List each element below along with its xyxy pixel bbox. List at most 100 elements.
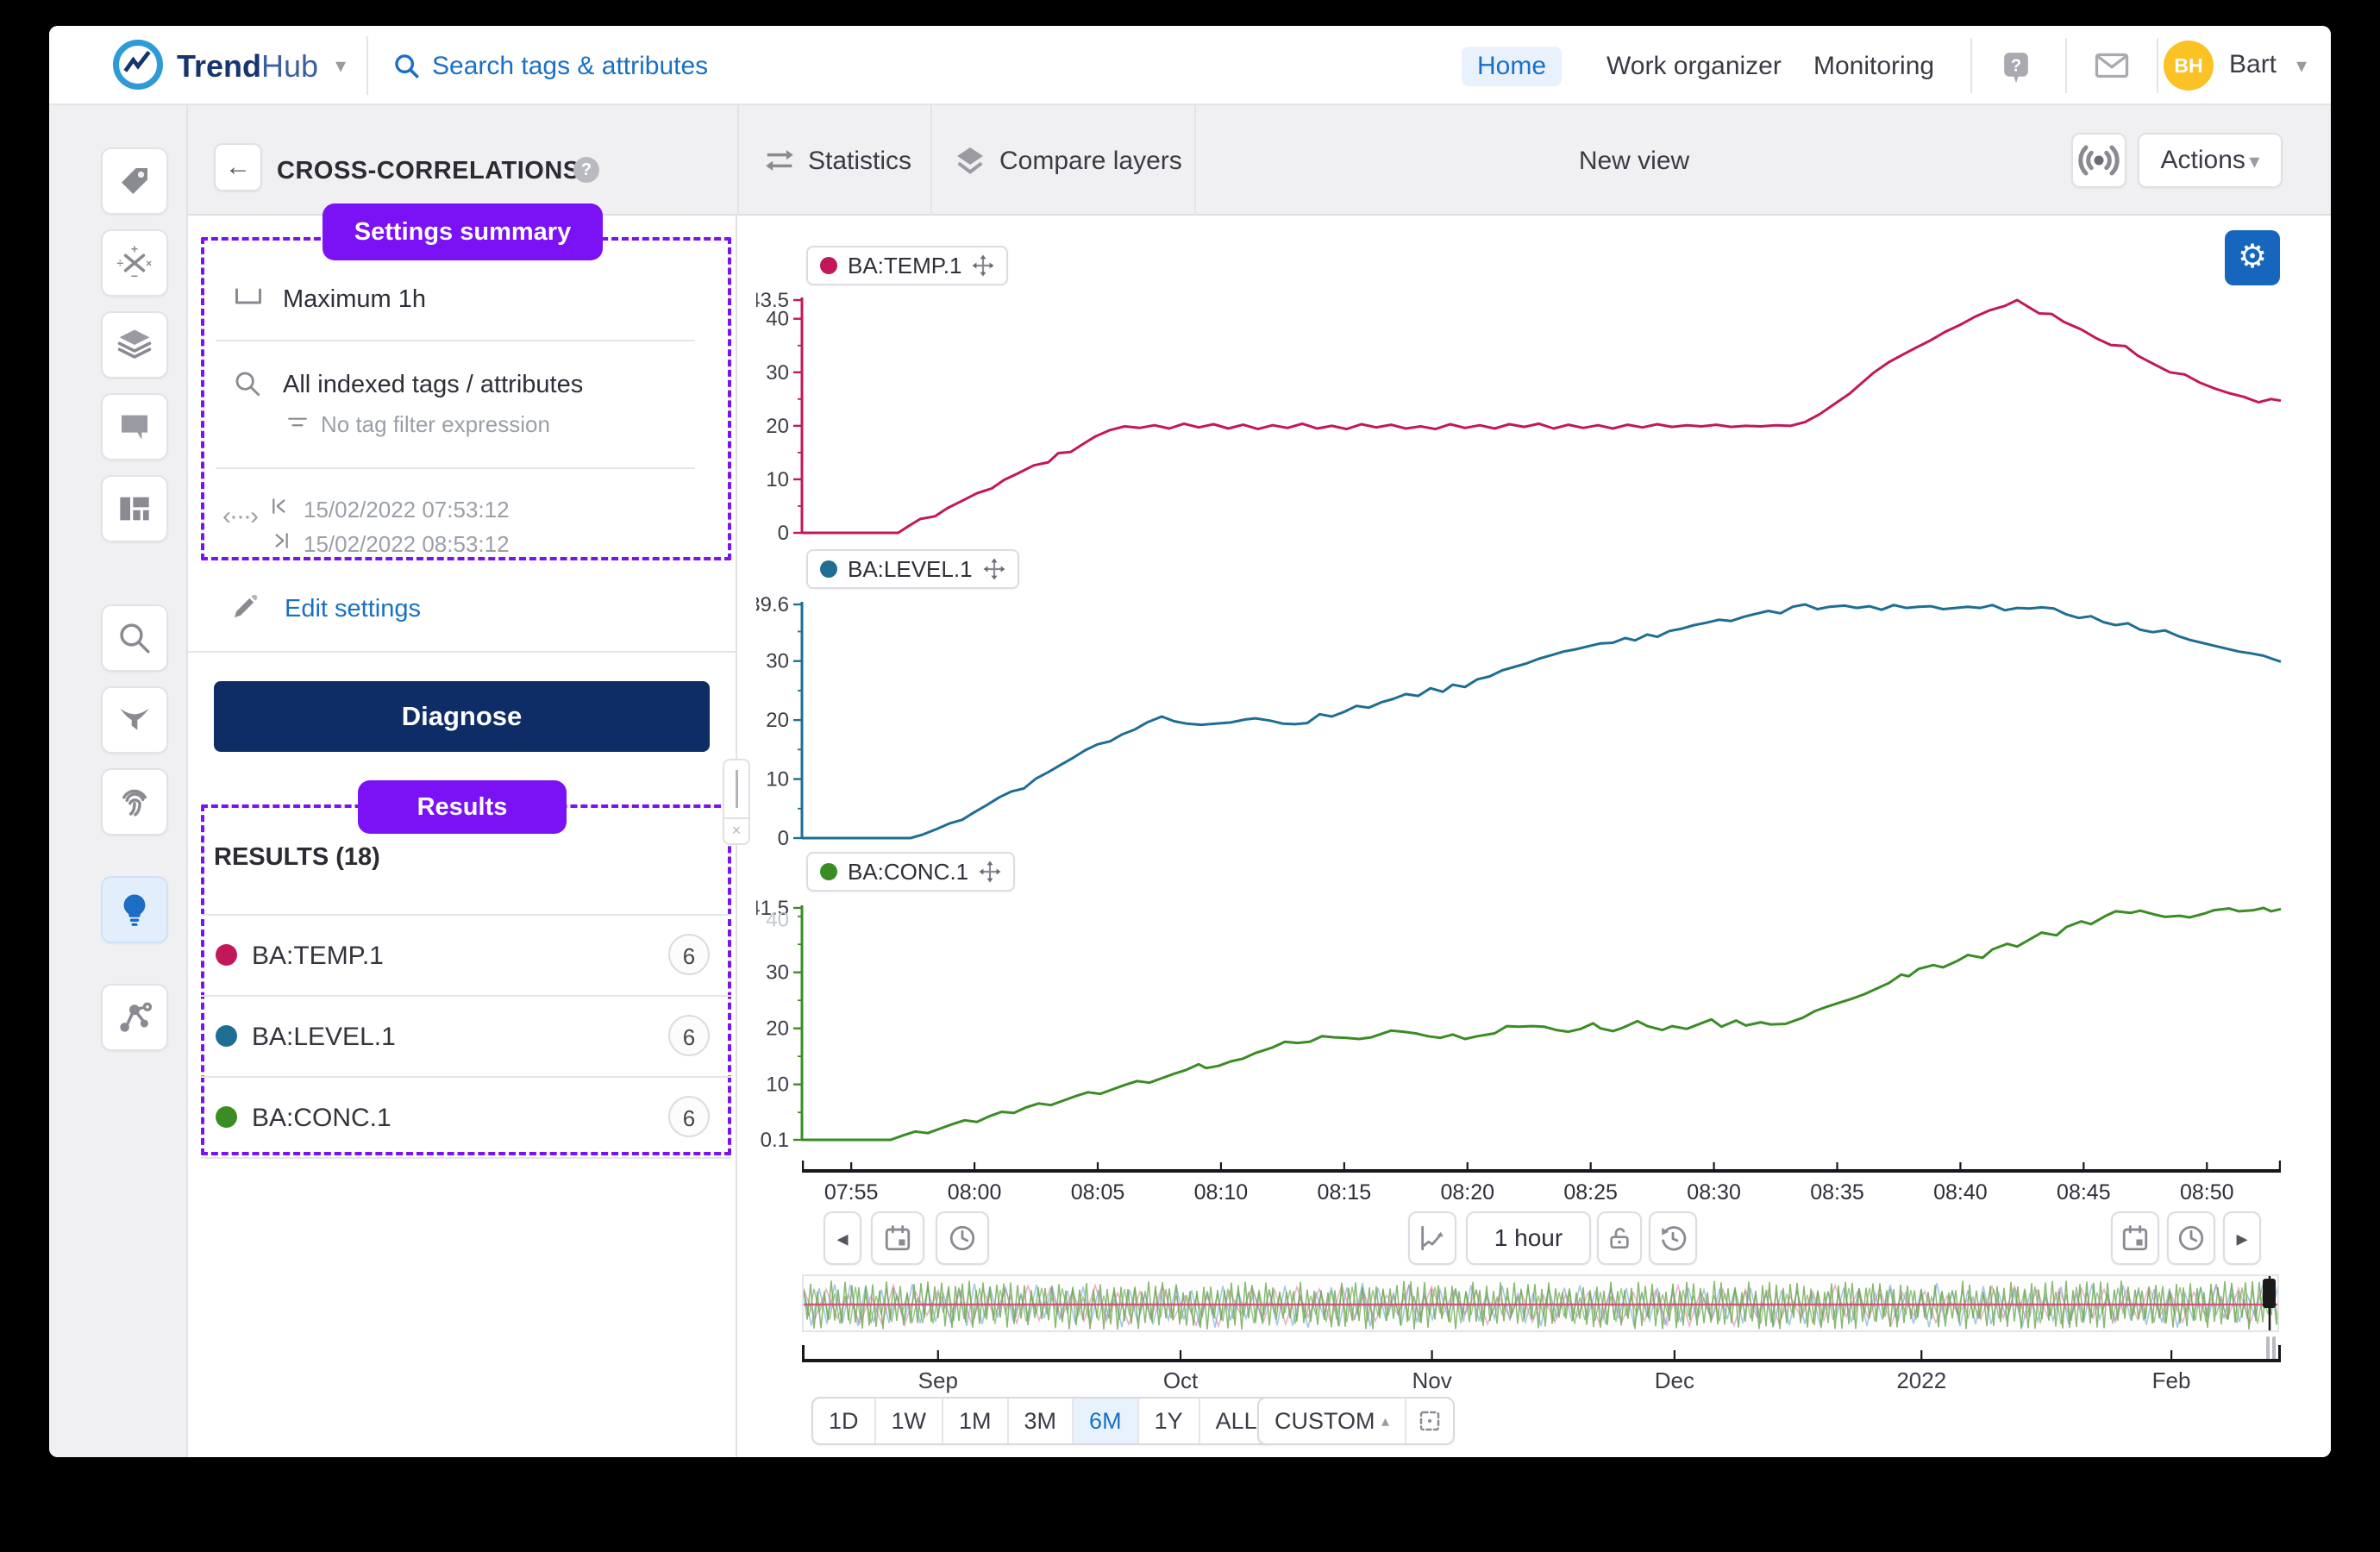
duration-button[interactable]: 1 hour <box>1466 1211 1591 1265</box>
range-selector: 1D1W1M3M6M1YALL <box>811 1397 1275 1445</box>
svg-text:20: 20 <box>766 415 789 438</box>
move-icon[interactable] <box>983 558 1005 580</box>
rail-tags-button[interactable] <box>101 147 168 215</box>
legend-chip-temp[interactable]: BA:TEMP.1 <box>806 246 1008 285</box>
result-color-dot <box>216 1025 237 1047</box>
time-end: 15/02/2022 08:53:12 <box>304 531 510 558</box>
calendar-start-button[interactable] <box>871 1211 924 1265</box>
user-name[interactable]: Bart <box>2229 50 2277 79</box>
range-button-1y[interactable]: 1Y <box>1139 1399 1200 1443</box>
svg-text:08:30: 08:30 <box>1687 1180 1741 1205</box>
fingerprint-icon <box>116 784 153 820</box>
help-icon[interactable]: ? <box>2000 50 2032 84</box>
svg-text:?: ? <box>2011 57 2021 76</box>
result-row[interactable]: BA:TEMP.16 <box>188 914 737 995</box>
result-label: BA:CONC.1 <box>252 1104 391 1133</box>
pencil-icon <box>231 593 259 621</box>
statistics-button[interactable]: Statistics <box>808 147 911 176</box>
svg-text:40: 40 <box>766 909 789 932</box>
nav-item-monitoring[interactable]: Monitoring <box>1798 47 1950 86</box>
move-icon[interactable] <box>972 254 994 277</box>
result-count-badge[interactable]: 6 <box>668 934 710 975</box>
legend-chip-level[interactable]: BA:LEVEL.1 <box>806 549 1019 589</box>
cross-correlations-panel: Settings summary Maximum 1h All indexed … <box>188 216 737 1457</box>
range-button-1d[interactable]: 1D <box>813 1399 876 1443</box>
range-button-6m[interactable]: 6M <box>1074 1399 1139 1443</box>
rail-layers-button[interactable] <box>101 311 168 379</box>
clock-start-button[interactable] <box>936 1211 989 1265</box>
statistics-icon <box>763 147 796 174</box>
rail-context-button[interactable] <box>101 984 168 1051</box>
pan-right-button[interactable]: ▸ <box>2223 1211 2261 1265</box>
pan-left-button[interactable]: ◂ <box>824 1211 861 1265</box>
trendhub-logo-icon <box>113 40 163 90</box>
svg-text:Dec: Dec <box>1655 1367 1694 1393</box>
comment-icon <box>117 410 152 444</box>
panel-help-icon[interactable]: ? <box>573 157 599 183</box>
panel-resize-handle[interactable] <box>723 759 750 819</box>
actions-button[interactable]: Actions ▾ <box>2138 133 2283 188</box>
user-menu-caret-icon[interactable]: ▾ <box>2296 53 2307 78</box>
clock-end-button[interactable] <box>2167 1211 2215 1265</box>
svg-text:×: × <box>146 257 152 269</box>
range-button-1m[interactable]: 1M <box>943 1399 1009 1443</box>
layers-icon <box>116 327 153 363</box>
svg-text:10: 10 <box>766 1073 789 1097</box>
mail-icon[interactable] <box>2095 53 2129 78</box>
series-color-dot <box>820 257 837 274</box>
svg-text:0: 0 <box>778 522 789 545</box>
rail-fingerprint-button[interactable] <box>101 768 168 835</box>
fit-view-button[interactable] <box>1406 1399 1453 1443</box>
result-row[interactable]: BA:CONC.1 6 <box>188 1076 737 1157</box>
tag-icon <box>117 164 152 198</box>
live-monitor-button[interactable] <box>2071 133 2126 188</box>
custom-range-group: CUSTOM ▴ <box>1257 1397 1455 1445</box>
rail-recommendations-button[interactable] <box>101 876 168 943</box>
svg-text:08:35: 08:35 <box>1810 1180 1864 1205</box>
tag-filter-setting: No tag filter expression <box>321 411 550 438</box>
svg-text:30: 30 <box>766 650 789 673</box>
rail-dashboard-button[interactable] <box>101 475 168 542</box>
rail-filter-button[interactable] <box>101 686 168 754</box>
history-button[interactable] <box>1649 1211 1697 1265</box>
result-row[interactable]: BA:LEVEL.16 <box>188 995 737 1076</box>
lock-button[interactable] <box>1597 1211 1642 1265</box>
svg-text:Sep: Sep <box>918 1367 958 1393</box>
nav-item-home[interactable]: Home <box>1462 47 1562 86</box>
back-button[interactable]: ← <box>214 143 262 191</box>
result-count-badge[interactable]: 6 <box>668 1015 710 1056</box>
rail-comments-button[interactable] <box>101 393 168 460</box>
view-title: New view <box>1579 147 1689 176</box>
compare-layers-button[interactable]: Compare layers <box>999 147 1182 176</box>
trend-mode-button[interactable] <box>1408 1211 1456 1265</box>
range-button-3m[interactable]: 3M <box>1009 1399 1074 1443</box>
avatar[interactable]: BH <box>2164 41 2214 91</box>
series-label: BA:TEMP.1 <box>848 253 961 279</box>
custom-range-button[interactable]: CUSTOM ▴ <box>1259 1399 1406 1443</box>
result-count-badge[interactable]: 6 <box>668 1096 710 1137</box>
search-input[interactable]: Search tags & attributes <box>432 52 708 81</box>
overview-strip[interactable] <box>802 1274 2279 1332</box>
legend-chip-conc[interactable]: BA:CONC.1 <box>806 852 1015 892</box>
svg-text:08:25: 08:25 <box>1563 1180 1618 1205</box>
brand-name: TrendHub <box>177 48 318 84</box>
context-axis: SepOctNovDec2022Feb <box>802 1345 2281 1397</box>
search-icon <box>392 52 422 81</box>
nav-item-work-organizer[interactable]: Work organizer <box>1591 47 1797 86</box>
panel-collapse-button[interactable]: × <box>723 819 750 845</box>
trend-chart-conc: 41.5401020300.1 <box>756 897 2291 1152</box>
top-nav: TrendHub ▾ Search tags & attributes Home… <box>49 26 2331 105</box>
calendar-end-button[interactable] <box>2111 1211 2159 1265</box>
edit-settings-link[interactable]: Edit settings <box>285 595 421 623</box>
search-icon <box>116 620 153 656</box>
rail-formulas-button[interactable]: + − ÷ × <box>101 229 168 297</box>
range-button-1w[interactable]: 1W <box>876 1399 944 1443</box>
chart-settings-button[interactable]: ⚙ <box>2225 230 2280 285</box>
settings-summary-annotation: Settings summary <box>323 203 603 260</box>
brand-caret-icon[interactable]: ▾ <box>335 53 346 78</box>
move-icon[interactable] <box>979 860 1001 883</box>
time-range-icon: ‹···› <box>222 502 257 531</box>
diagnose-button[interactable]: Diagnose <box>214 681 710 752</box>
scope-setting: All indexed tags / attributes <box>283 371 583 399</box>
rail-search-button[interactable] <box>101 604 168 672</box>
